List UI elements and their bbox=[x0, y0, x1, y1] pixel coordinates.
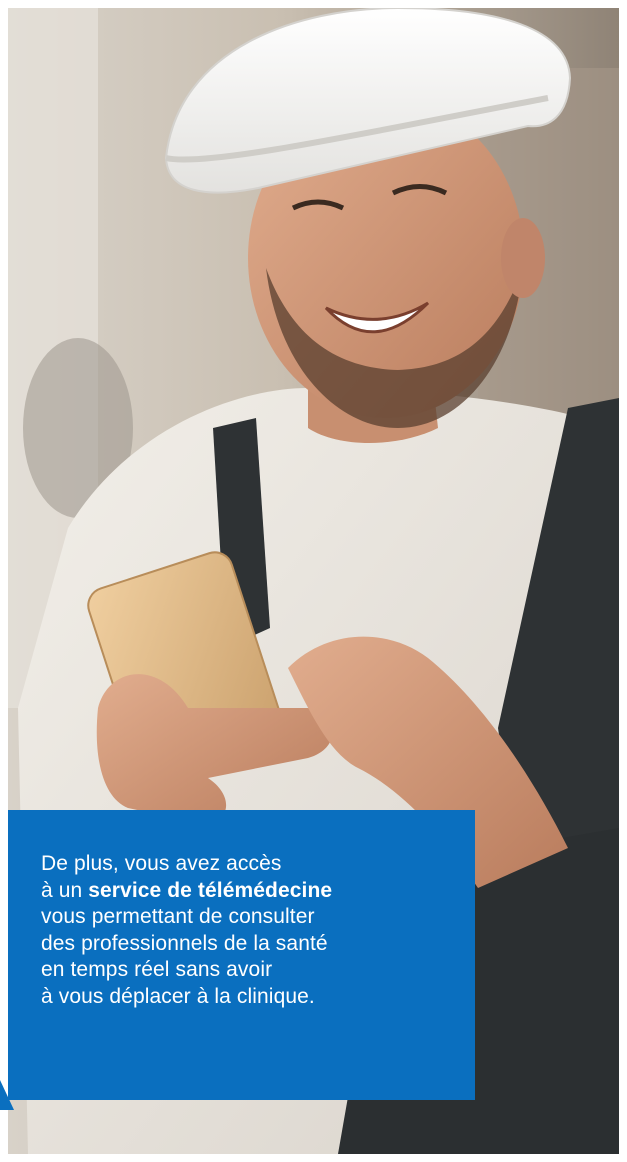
panel-line-4: des professionnels de la santé bbox=[41, 931, 328, 955]
page: De plus, vous avez accès à un service de… bbox=[0, 0, 627, 1162]
panel-line-2-prefix: à un bbox=[41, 878, 89, 902]
telemedicine-service-highlight: service de télémédecine bbox=[88, 878, 333, 902]
panel-line-5: en temps réel sans avoir bbox=[41, 958, 273, 981]
panel-line-2: à un service de télémédecine bbox=[41, 878, 455, 905]
panel-line-6: à vous déplacer à la clinique. bbox=[41, 984, 315, 1008]
ear bbox=[501, 218, 545, 298]
panel-line-1: De plus, vous avez accès bbox=[41, 852, 282, 875]
text-panel: De plus, vous avez accès à un service de… bbox=[8, 810, 475, 1100]
panel-paragraph: De plus, vous avez accès à un service de… bbox=[41, 851, 455, 1010]
panel-line-3: vous permettant de consulter bbox=[41, 905, 315, 928]
